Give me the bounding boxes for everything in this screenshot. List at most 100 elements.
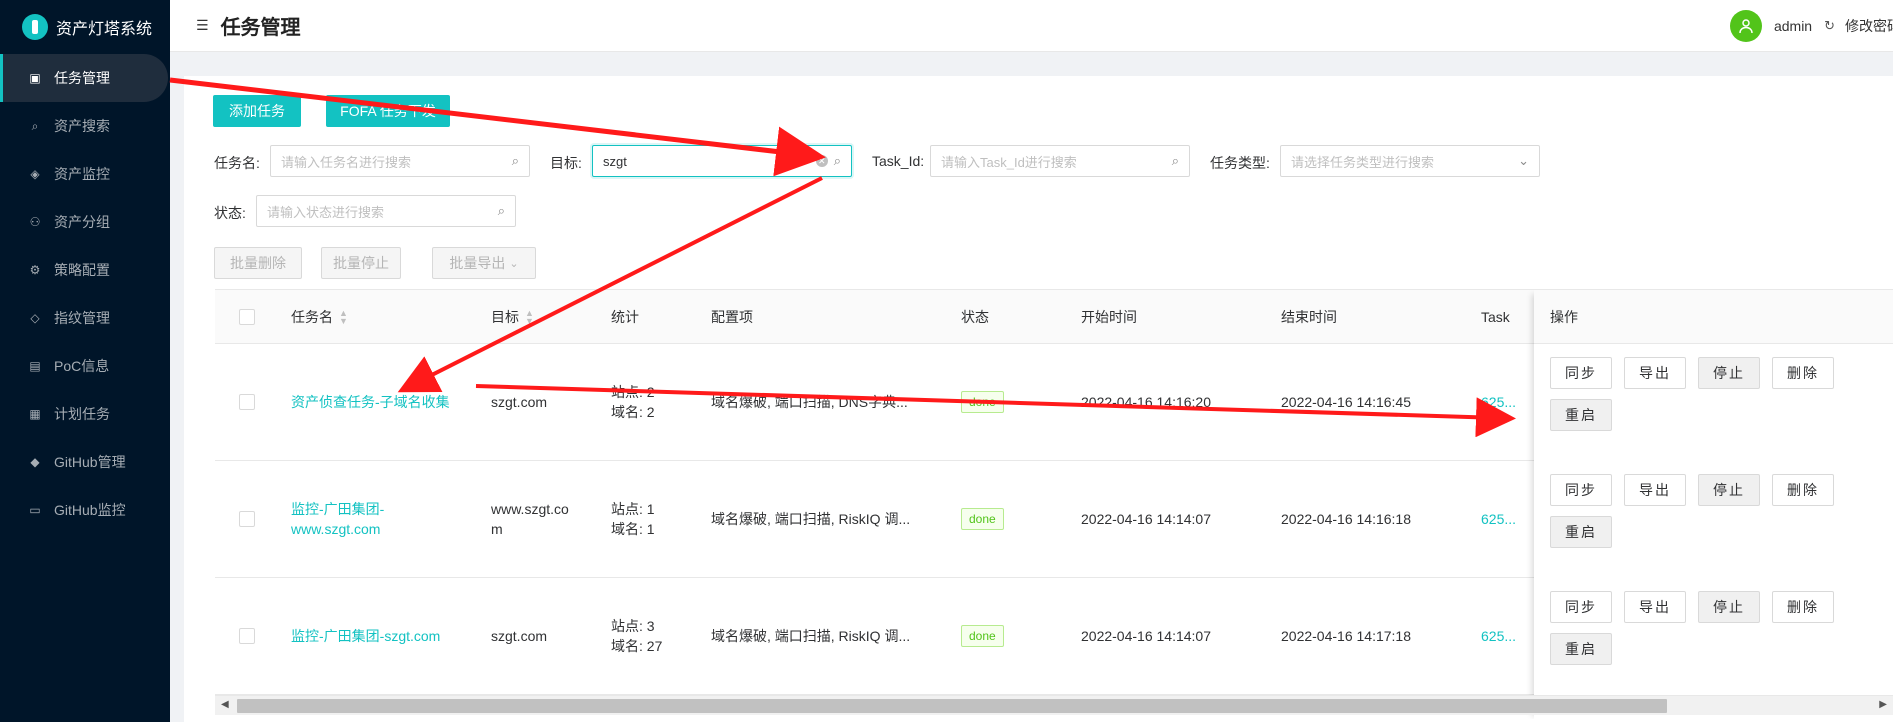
sync-button[interactable]: 同步: [1550, 357, 1612, 389]
sidebar-item-label: 资产监控: [54, 166, 110, 182]
task-table: 任务名 ▲ ▼ 目标 ▲ ▼ 统计 配置项 状态 开始时间 结束时间 Task 资产…: [215, 289, 1893, 719]
scroll-left-icon[interactable]: ◀: [221, 699, 229, 710]
sync-button[interactable]: 同步: [1550, 474, 1612, 506]
task-id-input[interactable]: 请输入Task_Id进行搜索 ⌕: [930, 145, 1190, 177]
document-icon: ▤: [29, 359, 41, 373]
bulk-delete-button[interactable]: 批量删除: [214, 247, 302, 279]
task-target: www.szgt.co m: [491, 499, 569, 539]
refresh-icon[interactable]: ↻: [1824, 18, 1835, 34]
sync-button[interactable]: 同步: [1550, 591, 1612, 623]
scroll-right-icon[interactable]: ▶: [1879, 699, 1887, 710]
task-stats: 站点: 3 域名: 27: [611, 616, 662, 656]
stats-domains: 域名: 27: [611, 638, 663, 654]
task-name-input[interactable]: 请输入任务名进行搜索 ⌕: [270, 145, 530, 177]
delete-button[interactable]: 删除: [1772, 474, 1834, 506]
sidebar-item-asset-group[interactable]: ⚇ 资产分组: [0, 198, 170, 246]
add-task-button[interactable]: 添加任务: [213, 95, 301, 127]
select-all-checkbox[interactable]: [239, 309, 255, 325]
sidebar-item-label: PoC信息: [54, 358, 110, 374]
status-badge: done: [961, 391, 1004, 413]
task-id-link[interactable]: 625...: [1481, 392, 1516, 412]
task-start-time: 2022-04-16 14:14:07: [1081, 628, 1211, 644]
task-name-link[interactable]: 资产侦查任务-子域名收集: [291, 392, 450, 412]
horizontal-scrollbar[interactable]: ◀ ▶: [215, 695, 1893, 715]
menu-fold-icon[interactable]: ☰: [196, 17, 209, 34]
restart-button[interactable]: 重启: [1550, 399, 1612, 431]
export-button[interactable]: 导出: [1624, 357, 1686, 389]
clear-icon[interactable]: ✕: [815, 155, 828, 167]
stats-sites: 站点: 1: [611, 501, 655, 517]
task-id-link[interactable]: 625...: [1481, 509, 1516, 529]
operations-column: 操作 同步 导出 停止 删除 重启 同步 导出 停止 删除 重启 同步 导出 停…: [1534, 290, 1893, 719]
task-config: 域名爆破, 端口扫描, RiskIQ 调...: [711, 511, 911, 527]
sidebar-item-fingerprint[interactable]: ◇ 指纹管理: [0, 294, 170, 342]
sidebar-item-github-monitor[interactable]: ▭ GitHub监控: [0, 486, 170, 534]
sidebar-item-poc[interactable]: ▤ PoC信息: [0, 342, 170, 390]
row-checkbox[interactable]: [239, 628, 255, 644]
task-name-line: www.szgt.com: [291, 521, 381, 537]
status-input[interactable]: 请输入状态进行搜索 ⌕: [256, 195, 516, 227]
user-avatar-icon[interactable]: [1729, 10, 1762, 42]
task-id-link[interactable]: 625...: [1481, 626, 1516, 646]
main-content: 添加任务 FOFA 任务下发 任务名: 请输入任务名进行搜索 ⌕ 目标: szg…: [184, 76, 1893, 722]
column-header-name[interactable]: 任务名 ▲ ▼: [291, 290, 348, 344]
sidebar: 资产灯塔系统 ▣ 任务管理 ⌕ 资产搜索 ◈ 资产监控 ⚇ 资产分组 ⚙ 策略配…: [0, 0, 170, 722]
export-button[interactable]: 导出: [1624, 474, 1686, 506]
sidebar-item-task-management[interactable]: ▣ 任务管理: [0, 54, 168, 102]
status-placeholder: 请输入状态进行搜索: [267, 204, 385, 220]
task-end-time: 2022-04-16 14:16:45: [1281, 394, 1411, 410]
task-name-link[interactable]: 监控-广田集团- www.szgt.com: [291, 499, 384, 539]
search-icon: ⌕: [497, 203, 505, 218]
fofa-task-button[interactable]: FOFA 任务下发: [326, 95, 450, 127]
target-label: 目标:: [550, 155, 582, 171]
sidebar-item-github-management[interactable]: ◆ GitHub管理: [0, 438, 170, 486]
sort-icon[interactable]: ▲ ▼: [525, 309, 534, 326]
header-user-area: admin ↻ 修改密码: [1729, 0, 1893, 52]
column-header-status: 状态: [961, 309, 989, 325]
task-name-line: 监控-广田集团-szgt.com: [291, 628, 441, 644]
stop-button[interactable]: 停止: [1698, 591, 1760, 623]
stats-domains: 域名: 1: [611, 521, 655, 537]
sidebar-item-scheduled-tasks[interactable]: ▦ 计划任务: [0, 390, 170, 438]
column-header-target[interactable]: 目标 ▲ ▼: [491, 290, 534, 344]
delete-button[interactable]: 删除: [1772, 357, 1834, 389]
sort-icon[interactable]: ▲ ▼: [339, 309, 348, 326]
search-icon: ⌕: [833, 153, 841, 168]
chevron-down-icon: ⌄: [509, 257, 519, 270]
column-header-label: 任务名: [291, 309, 333, 325]
bulk-export-button[interactable]: 批量导出 ⌄: [432, 247, 536, 279]
task-start-time: 2022-04-16 14:14:07: [1081, 511, 1211, 527]
stop-button[interactable]: 停止: [1698, 357, 1760, 389]
group-icon: ⚇: [29, 215, 41, 229]
task-target: szgt.com: [491, 626, 547, 646]
stats-sites: 站点: 3: [611, 618, 655, 634]
sidebar-item-policy-config[interactable]: ⚙ 策略配置: [0, 246, 170, 294]
scrollbar-thumb[interactable]: [237, 699, 1667, 713]
row-checkbox[interactable]: [239, 394, 255, 410]
row-checkbox[interactable]: [239, 511, 255, 527]
change-password-link[interactable]: 修改密码: [1845, 16, 1893, 36]
task-config: 域名爆破, 端口扫描, RiskIQ 调...: [711, 628, 911, 644]
bulk-stop-button[interactable]: 批量停止: [321, 247, 401, 279]
sidebar-item-label: 策略配置: [54, 262, 110, 278]
task-name-link[interactable]: 监控-广田集团-szgt.com: [291, 626, 440, 646]
task-target: szgt.com: [491, 392, 547, 412]
restart-button[interactable]: 重启: [1550, 633, 1612, 665]
export-button[interactable]: 导出: [1624, 591, 1686, 623]
task-type-select[interactable]: 请选择任务类型进行搜索 ⌄: [1280, 145, 1540, 177]
sidebar-item-asset-monitor[interactable]: ◈ 资产监控: [0, 150, 170, 198]
status-badge: done: [961, 625, 1004, 647]
target-line: m: [491, 521, 503, 537]
app-logo[interactable]: 资产灯塔系统: [0, 0, 170, 54]
search-icon: ⌕: [1171, 153, 1179, 168]
target-input[interactable]: szgt ✕ ⌕: [592, 145, 852, 177]
sidebar-item-label: GitHub管理: [54, 454, 126, 470]
restart-button[interactable]: 重启: [1550, 516, 1612, 548]
task-config: 域名爆破, 端口扫描, DNS字典...: [711, 394, 908, 410]
stop-button[interactable]: 停止: [1698, 474, 1760, 506]
stats-domains: 域名: 2: [611, 404, 655, 420]
delete-button[interactable]: 删除: [1772, 591, 1834, 623]
user-name[interactable]: admin: [1774, 18, 1812, 34]
sidebar-item-asset-search[interactable]: ⌕ 资产搜索: [0, 102, 170, 150]
sidebar-item-label: 资产分组: [54, 214, 110, 230]
